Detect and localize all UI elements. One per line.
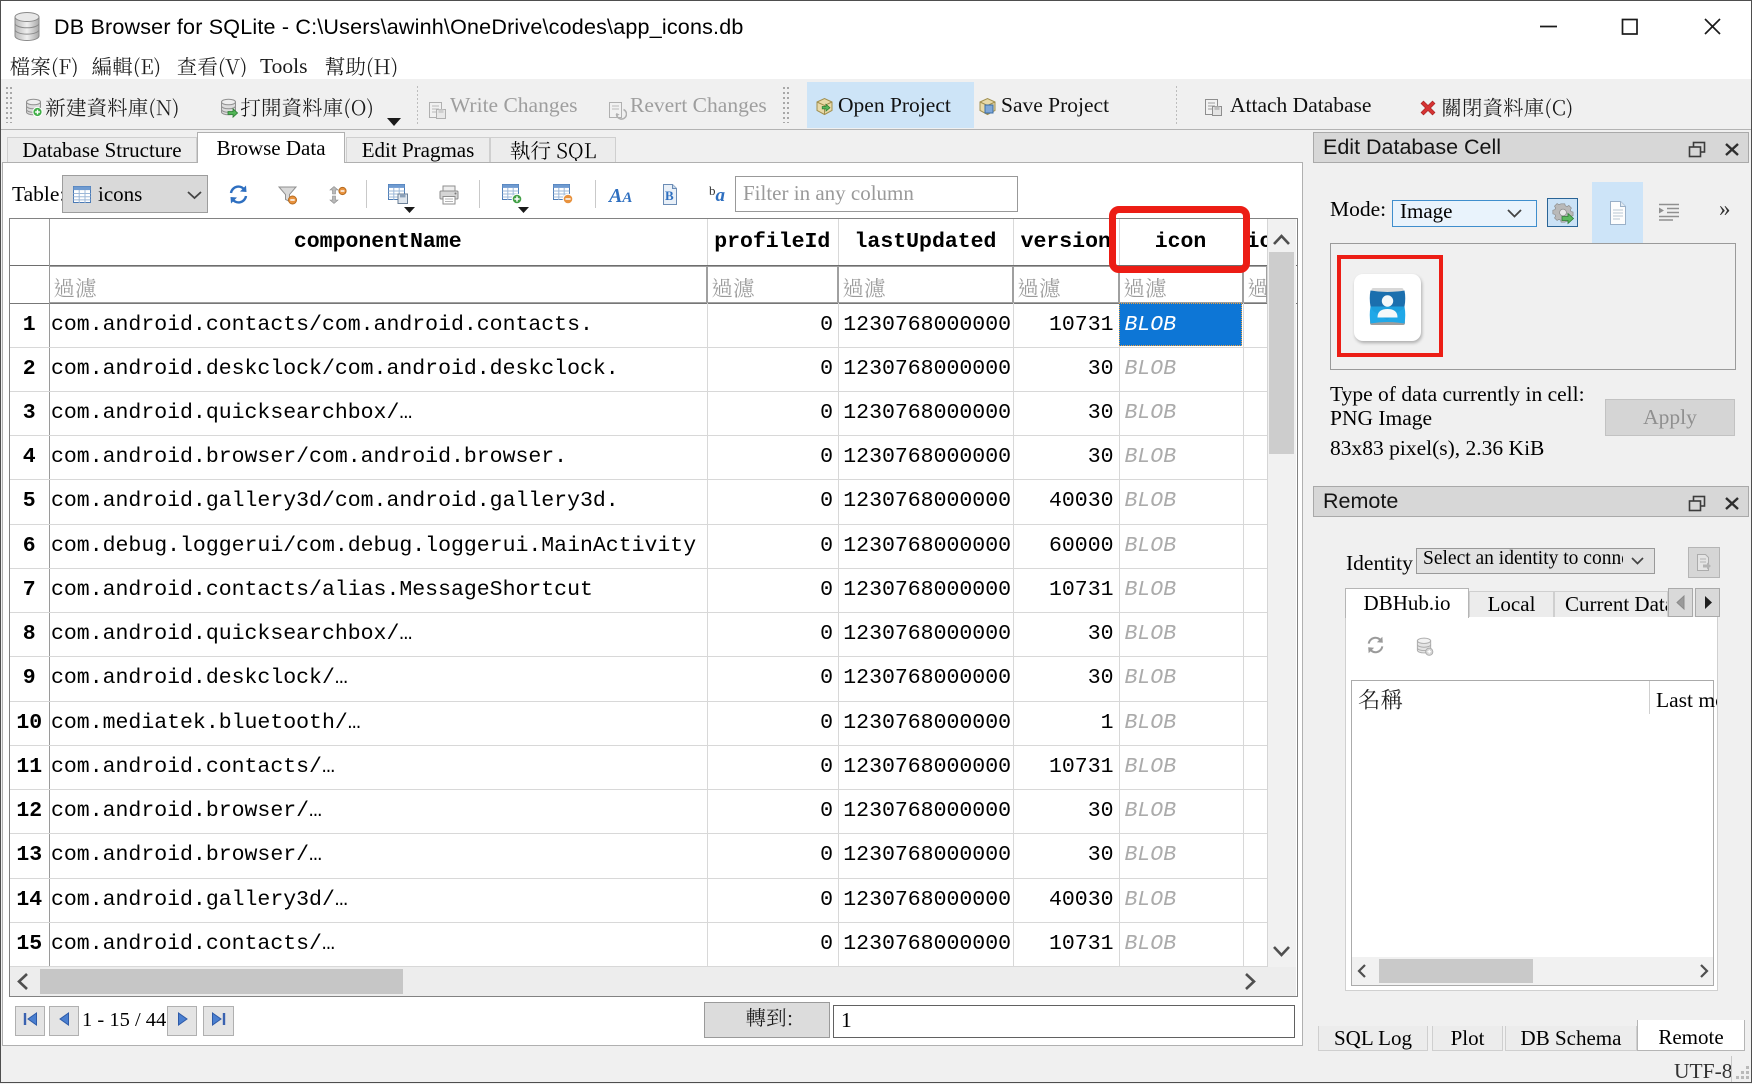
svg-text:B: B [665,188,674,203]
